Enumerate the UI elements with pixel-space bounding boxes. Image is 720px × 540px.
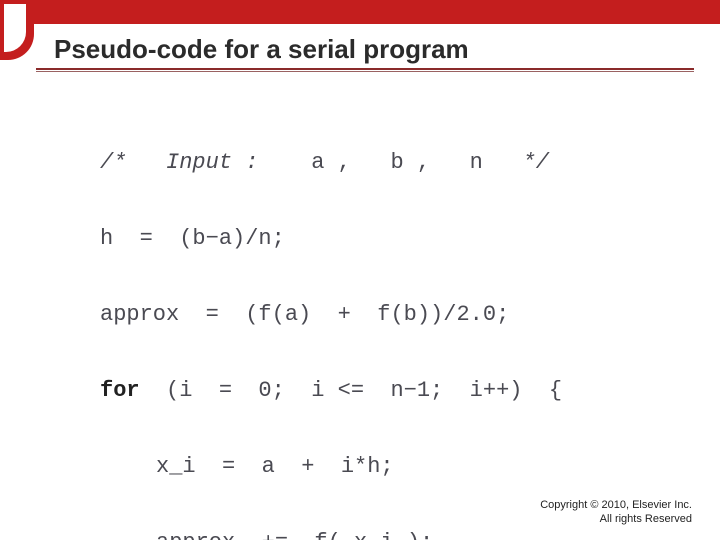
code-line-comment: /* Input : a , b , n */ — [100, 144, 620, 182]
slide-title: Pseudo-code for a serial program — [54, 34, 469, 65]
title-underline — [36, 68, 694, 70]
for-rest: (i = 0; i <= n−1; i++) { — [140, 378, 562, 403]
code-line-1: h = (b−a)/n; — [100, 220, 620, 258]
comment-open: /* — [100, 150, 126, 175]
slide: Pseudo-code for a serial program /* Inpu… — [0, 0, 720, 540]
copyright-line2: All rights Reserved — [540, 512, 692, 526]
for-keyword: for — [100, 378, 140, 403]
header-bar — [0, 0, 720, 24]
copyright: Copyright © 2010, Elsevier Inc. All righ… — [540, 498, 692, 526]
code-line-2: approx = (f(a) + f(b))/2.0; — [100, 296, 620, 334]
comment-vars: a , b , n — [311, 150, 483, 175]
code-block: /* Input : a , b , n */ h = (b−a)/n; app… — [100, 106, 620, 540]
copyright-line1: Copyright © 2010, Elsevier Inc. — [540, 498, 692, 512]
comment-label: Input : — [166, 150, 258, 175]
code-line-3: for (i = 0; i <= n−1; i++) { — [100, 372, 620, 410]
code-line-4: x_i = a + i*h; — [100, 448, 620, 486]
comment-close: */ — [523, 150, 549, 175]
title-underline-shadow — [36, 71, 694, 72]
code-line-5: approx += f( x_i ); — [100, 524, 620, 540]
